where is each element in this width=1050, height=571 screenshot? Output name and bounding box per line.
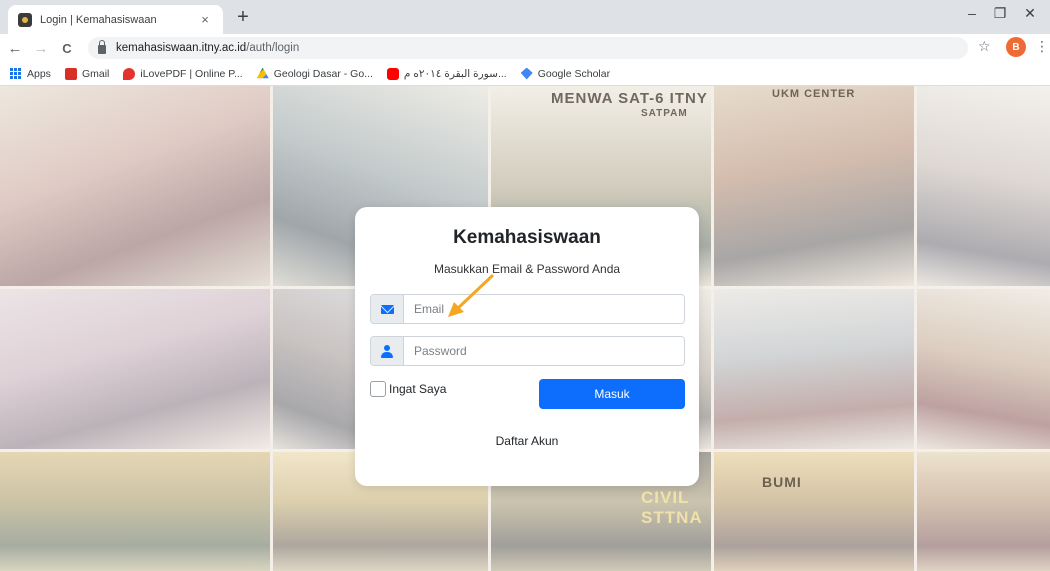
banner-satpam: SATPAM (641, 108, 688, 119)
bookmark-label: Google Scholar (537, 67, 611, 80)
tab-strip: Login | Kemahasiswaan × + – ❐ ✕ (0, 0, 1050, 34)
bookmark-ilovepdf[interactable]: iLovePDF | Online P... (123, 67, 243, 80)
banner-menwa: MENWA SAT-6 ITNY (551, 90, 708, 107)
tab-title: Login | Kemahasiswaan (40, 13, 157, 26)
address-bar[interactable]: kemahasiswaan.itny.ac.id/auth/login (88, 37, 968, 59)
user-icon (381, 344, 393, 358)
browser-toolbar: ← → C kemahasiswaan.itny.ac.id/auth/logi… (0, 34, 1050, 62)
banner-civil: CIVIL STTNA (641, 488, 703, 527)
ilovepdf-icon (123, 67, 136, 80)
login-title: Kemahasiswaan (453, 227, 601, 248)
remember-label: Ingat Saya (389, 382, 447, 396)
browser-menu-icon[interactable]: ⋮ (1035, 38, 1049, 55)
background-photo (0, 86, 270, 286)
password-input-group (370, 336, 685, 366)
youtube-icon (386, 67, 399, 80)
tab-close-icon[interactable]: × (197, 12, 213, 27)
url-host: kemahasiswaan.itny.ac.id (116, 42, 247, 54)
bookmark-label: iLovePDF | Online P... (140, 67, 243, 80)
background-photo (0, 289, 270, 449)
google-drive-icon (256, 67, 269, 79)
bookmark-google-scholar[interactable]: Google Scholar (520, 67, 611, 80)
banner-bumi: BUMI (762, 474, 802, 490)
bookmark-label: سورة البقرة ٢٠١٤ه م... (403, 67, 507, 80)
close-window-button[interactable]: ✕ (1018, 5, 1042, 22)
bookmark-label: Gmail (81, 67, 110, 80)
google-scholar-icon (520, 67, 533, 80)
remember-checkbox[interactable] (370, 381, 386, 397)
back-button[interactable]: ← (4, 37, 26, 59)
password-input[interactable] (404, 337, 684, 365)
background-photo (0, 452, 270, 571)
register-link[interactable]: Daftar Akun (355, 434, 699, 448)
envelope-icon (380, 304, 394, 314)
apps-grid-icon (10, 67, 22, 80)
bookmarks-bar: Apps Gmail iLovePDF | Online P... Geolog… (0, 62, 1050, 86)
bookmark-star-icon[interactable]: ☆ (978, 38, 991, 55)
annotation-arrow-icon (448, 274, 494, 317)
bookmark-youtube[interactable]: سورة البقرة ٢٠١٤ه م... (386, 67, 507, 80)
email-input-group (370, 294, 685, 324)
new-tab-button[interactable]: + (232, 6, 254, 29)
gmail-icon (64, 67, 77, 80)
bookmark-geologi[interactable]: Geologi Dasar - Go... (256, 67, 373, 80)
url-path: /auth/login (246, 42, 300, 54)
password-prefix (371, 337, 404, 365)
profile-avatar[interactable]: B (1006, 37, 1026, 57)
background-photo (714, 289, 914, 449)
browser-tab-active[interactable]: Login | Kemahasiswaan × (8, 5, 223, 34)
bookmark-apps[interactable]: Apps (10, 67, 51, 80)
forward-button[interactable]: → (30, 37, 52, 59)
background-photo: UKM CENTER (714, 86, 914, 286)
lock-icon (98, 40, 106, 54)
remember-me[interactable]: Ingat Saya (370, 381, 446, 397)
login-subtitle: Masukkan Email & Password Anda (433, 262, 621, 276)
background-photo (917, 452, 1050, 571)
background-photo: BUMI (714, 452, 914, 571)
minimize-button[interactable]: – (960, 5, 984, 21)
site-favicon-icon (18, 12, 32, 27)
bookmark-label: Geologi Dasar - Go... (273, 67, 373, 80)
login-button[interactable]: Masuk (539, 379, 685, 409)
background-photo (917, 289, 1050, 449)
bookmark-gmail[interactable]: Gmail (64, 67, 110, 80)
login-card: Kemahasiswaan Masukkan Email & Password … (355, 207, 699, 486)
banner-ukm: UKM CENTER (772, 88, 856, 100)
background-photo (917, 86, 1050, 286)
bookmark-label: Apps (27, 67, 51, 80)
email-prefix (371, 295, 404, 323)
reload-button[interactable]: C (56, 37, 78, 59)
restore-button[interactable]: ❐ (988, 5, 1012, 22)
